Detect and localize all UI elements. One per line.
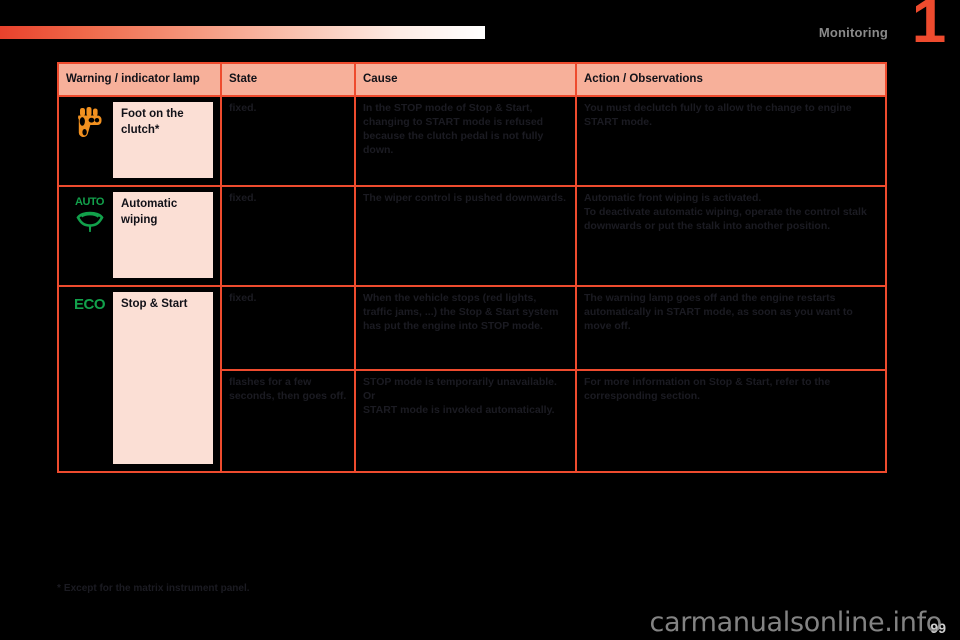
chapter-number-label: 1 (911, 0, 947, 56)
footnote-marker: * (57, 583, 61, 594)
lamp-cell-stop-and-start: ECO Stop & Start (57, 285, 222, 473)
chapter-title: Monitoring (818, 25, 888, 40)
state-cell: fixed. (220, 185, 356, 287)
state-cell: flashes for a few seconds, then goes off… (220, 369, 356, 473)
eco-icon: ECO (66, 292, 113, 464)
lamp-label: Stop & Start (113, 292, 213, 464)
chapter-number-tab: 1 (910, 0, 948, 66)
automatic-wiping-icon: AUTO (66, 192, 113, 278)
action-cell: The warning lamp goes off and the engine… (575, 285, 887, 371)
column-header-warning-indicator-lamp: Warning / indicator lamp (57, 62, 222, 97)
action-cell: You must declutch fully to allow the cha… (575, 95, 887, 187)
footnote: * Except for the matrix instrument panel. (57, 583, 250, 594)
table-header-row: Warning / indicator lamp State Cause Act… (57, 62, 887, 97)
lamp-label: Foot on the clutch* (113, 102, 213, 178)
lamp-cell-automatic-wiping: AUTO Automatic wiping (57, 185, 222, 287)
column-header-cause: Cause (354, 62, 577, 97)
lamp-cell-foot-on-clutch: Foot on the clutch* (57, 95, 222, 187)
column-header-action-observations: Action / Observations (575, 62, 887, 97)
lamp-label: Automatic wiping (113, 192, 213, 278)
action-cell: For more information on Stop & Start, re… (575, 369, 887, 473)
auto-icon-label: AUTO (75, 196, 104, 208)
state-cell: fixed. (220, 95, 356, 187)
foot-on-clutch-icon (66, 102, 113, 178)
cause-cell: STOP mode is temporarily unavailable. Or… (354, 369, 577, 473)
table-row: AUTO Automatic wiping fixed. The wiper c… (57, 185, 887, 287)
table-row: Foot on the clutch* fixed. In the STOP m… (57, 95, 887, 187)
cause-cell: When the vehicle stops (red lights, traf… (354, 285, 577, 371)
footnote-text: Except for the matrix instrument panel. (63, 583, 250, 594)
action-cell: Automatic front wiping is activated. To … (575, 185, 887, 287)
site-watermark: carmanualsonline.info (649, 607, 943, 638)
eco-icon-label: ECO (73, 296, 106, 313)
cause-cell: In the STOP mode of Stop & Start, changi… (354, 95, 577, 187)
state-cell: fixed. (220, 285, 356, 371)
warning-lamp-table: Warning / indicator lamp State Cause Act… (57, 62, 887, 473)
cause-cell: The wiper control is pushed downwards. (354, 185, 577, 287)
header-gradient-bar (0, 26, 485, 39)
column-header-state: State (220, 62, 356, 97)
table-row: ECO Stop & Start fixed. When the vehicle… (57, 285, 887, 473)
